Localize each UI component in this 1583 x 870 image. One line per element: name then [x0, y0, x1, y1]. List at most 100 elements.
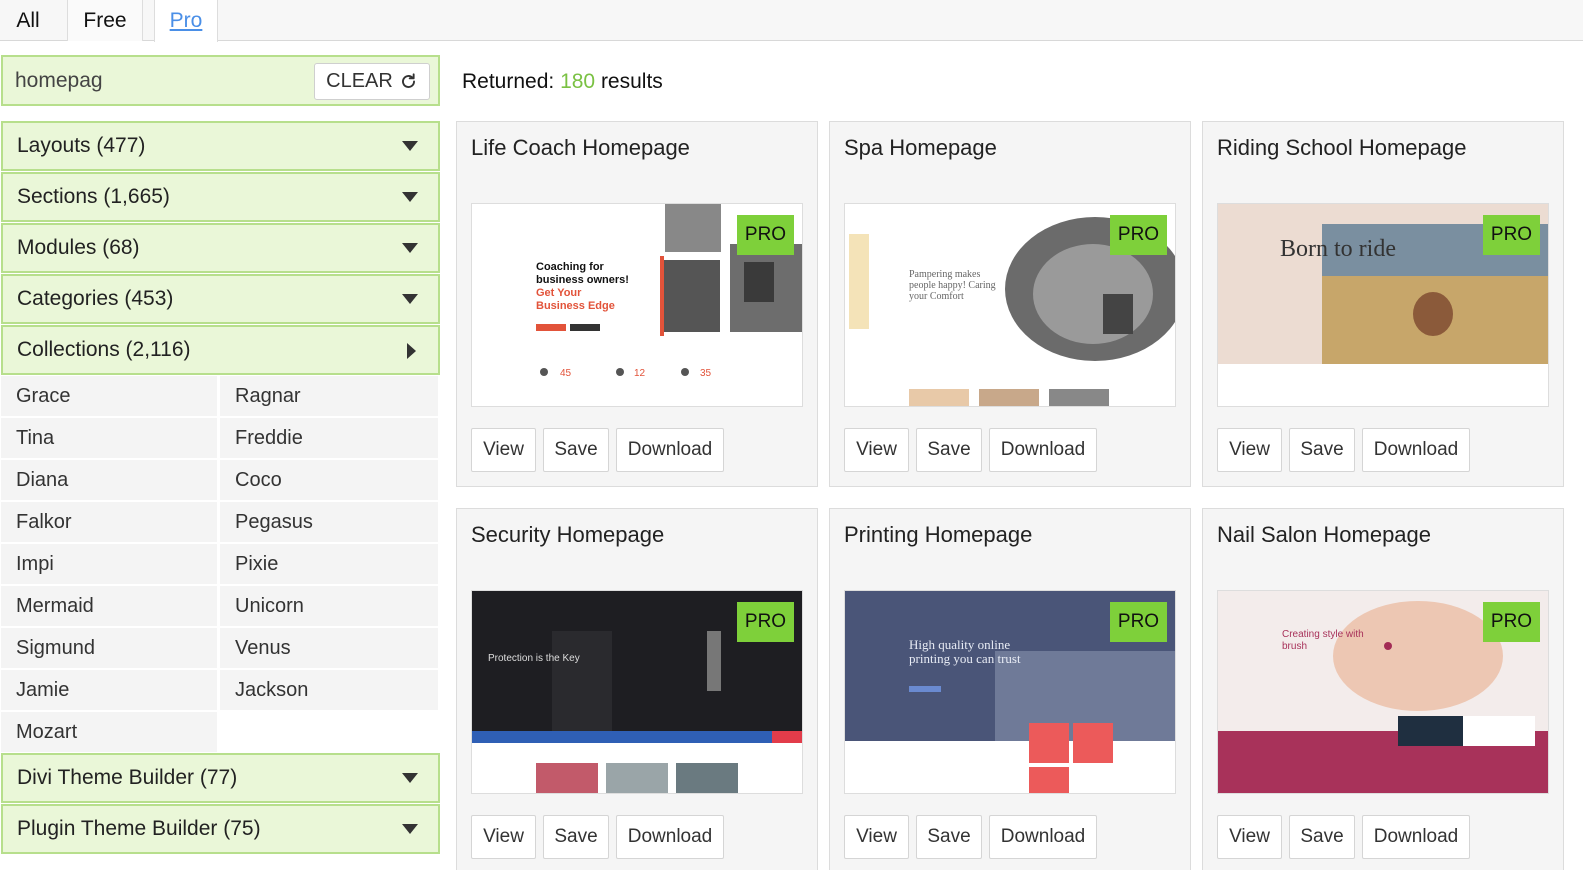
collection-item[interactable]: Coco: [220, 460, 438, 500]
card-title: Spa Homepage: [844, 135, 997, 160]
filter-divi-theme-builder[interactable]: Divi Theme Builder (77): [1, 753, 440, 803]
card-thumbnail[interactable]: Pampering makes people happy! Caring you…: [844, 203, 1176, 407]
card-thumbnail[interactable]: Coaching for business owners! Get Your B…: [471, 203, 803, 407]
pro-badge: PRO: [1110, 215, 1167, 255]
clear-button[interactable]: CLEAR: [314, 63, 430, 100]
collection-item[interactable]: Sigmund: [1, 628, 217, 668]
collection-item[interactable]: Mozart: [1, 712, 217, 752]
preview-headline-1: Pampering makes: [909, 269, 980, 280]
view-button[interactable]: View: [1217, 428, 1282, 472]
collection-item[interactable]: Mermaid: [1, 586, 217, 626]
layout-card: Life Coach Homepage Coaching for busines…: [456, 121, 818, 487]
save-button[interactable]: Save: [543, 815, 609, 859]
search-box: CLEAR: [1, 55, 440, 106]
clear-label: CLEAR: [326, 70, 393, 92]
view-button[interactable]: View: [844, 815, 909, 859]
collection-item[interactable]: Diana: [1, 460, 217, 500]
preview-headline-1: Coaching for: [536, 261, 605, 273]
filter-layouts[interactable]: Layouts (477): [1, 121, 440, 171]
preview-headline-1: Creating style with: [1282, 629, 1364, 640]
chevron-down-icon: [402, 243, 418, 253]
download-button[interactable]: Download: [989, 815, 1097, 859]
preview-headline-2: brush: [1282, 641, 1307, 652]
chevron-down-icon: [402, 192, 418, 202]
card-thumbnail[interactable]: High quality online printing you can tru…: [844, 590, 1176, 794]
card-title: Riding School Homepage: [1217, 135, 1467, 160]
download-button[interactable]: Download: [989, 428, 1097, 472]
card-title: Security Homepage: [471, 522, 665, 547]
collection-item[interactable]: Falkor: [1, 502, 217, 542]
tab-free[interactable]: Free: [67, 0, 143, 41]
tab-bar: All Free Pro: [0, 0, 1583, 42]
save-button[interactable]: Save: [916, 815, 982, 859]
preview-headline-3: your Comfort: [909, 291, 964, 302]
card-title: Printing Homepage: [844, 522, 1033, 547]
filter-sections[interactable]: Sections (1,665): [1, 172, 440, 222]
collection-item[interactable]: Freddie: [220, 418, 438, 458]
tab-pro[interactable]: Pro: [154, 0, 218, 42]
pro-badge: PRO: [1110, 602, 1167, 642]
view-button[interactable]: View: [844, 428, 909, 472]
save-button[interactable]: Save: [1289, 428, 1355, 472]
download-button[interactable]: Download: [616, 428, 724, 472]
card-thumbnail[interactable]: Creating style with brush PRO: [1217, 590, 1549, 794]
pro-badge: PRO: [1483, 602, 1540, 642]
filter-plugin-theme-builder[interactable]: Plugin Theme Builder (75): [1, 804, 440, 854]
collection-item[interactable]: Jackson: [220, 670, 438, 710]
preview-headline-1: Protection is the Key: [488, 653, 580, 664]
preview-headline-1: High quality online: [909, 637, 1010, 652]
collection-item[interactable]: Pegasus: [220, 502, 438, 542]
pro-badge: PRO: [1483, 215, 1540, 255]
view-button[interactable]: View: [471, 428, 536, 472]
card-title: Nail Salon Homepage: [1217, 522, 1432, 547]
filter-plugin-theme-builder-label: Plugin Theme Builder (75): [17, 817, 261, 840]
results-prefix: Returned:: [462, 70, 561, 93]
filter-modules-label: Modules (68): [17, 236, 140, 259]
pro-badge: PRO: [737, 215, 794, 255]
collection-item[interactable]: Unicorn: [220, 586, 438, 626]
collection-item[interactable]: Venus: [220, 628, 438, 668]
card-title: Life Coach Homepage: [471, 135, 690, 160]
filter-categories-label: Categories (453): [17, 287, 174, 310]
download-button[interactable]: Download: [1362, 428, 1470, 472]
filter-modules[interactable]: Modules (68): [1, 223, 440, 273]
collection-item[interactable]: Jamie: [1, 670, 217, 710]
save-button[interactable]: Save: [916, 428, 982, 472]
refresh-icon: [401, 73, 415, 88]
preview-headline-1: Born to ride: [1280, 236, 1396, 262]
collection-item[interactable]: Impi: [1, 544, 217, 584]
chevron-down-icon: [402, 141, 418, 151]
preview-stat-2: 12: [634, 368, 646, 379]
collection-item[interactable]: Grace: [1, 376, 217, 416]
collection-item[interactable]: Pixie: [220, 544, 438, 584]
preview-stat-1: 45: [560, 368, 572, 379]
filter-sections-label: Sections (1,665): [17, 185, 170, 208]
card-thumbnail[interactable]: Protection is the Key PRO: [471, 590, 803, 794]
save-button[interactable]: Save: [1289, 815, 1355, 859]
download-button[interactable]: Download: [1362, 815, 1470, 859]
layout-card: Security Homepage Protection is the Key …: [456, 508, 818, 870]
view-button[interactable]: View: [1217, 815, 1282, 859]
pro-badge: PRO: [737, 602, 794, 642]
results-summary: Returned: 180 results: [462, 70, 663, 94]
collection-item[interactable]: Tina: [1, 418, 217, 458]
collection-item[interactable]: Ragnar: [220, 376, 438, 416]
filter-collections-label: Collections (2,116): [17, 338, 191, 361]
download-button[interactable]: Download: [616, 815, 724, 859]
save-button[interactable]: Save: [543, 428, 609, 472]
preview-headline-4: Business Edge: [536, 300, 615, 312]
preview-headline-3: Get Your: [536, 287, 582, 299]
preview-stat-3: 35: [700, 368, 712, 379]
tab-all[interactable]: All: [0, 0, 56, 41]
filter-categories[interactable]: Categories (453): [1, 274, 440, 324]
filter-divi-theme-builder-label: Divi Theme Builder (77): [17, 766, 238, 789]
preview-headline-2: people happy! Caring: [909, 280, 996, 291]
results-count: 180: [560, 70, 596, 93]
card-thumbnail[interactable]: Born to ride PRO: [1217, 203, 1549, 407]
filter-collections[interactable]: Collections (2,116): [1, 325, 440, 375]
chevron-down-icon: [402, 294, 418, 304]
preview-headline-2: business owners!: [536, 274, 629, 286]
view-button[interactable]: View: [471, 815, 536, 859]
chevron-down-icon: [402, 773, 418, 783]
search-input[interactable]: [15, 65, 305, 96]
